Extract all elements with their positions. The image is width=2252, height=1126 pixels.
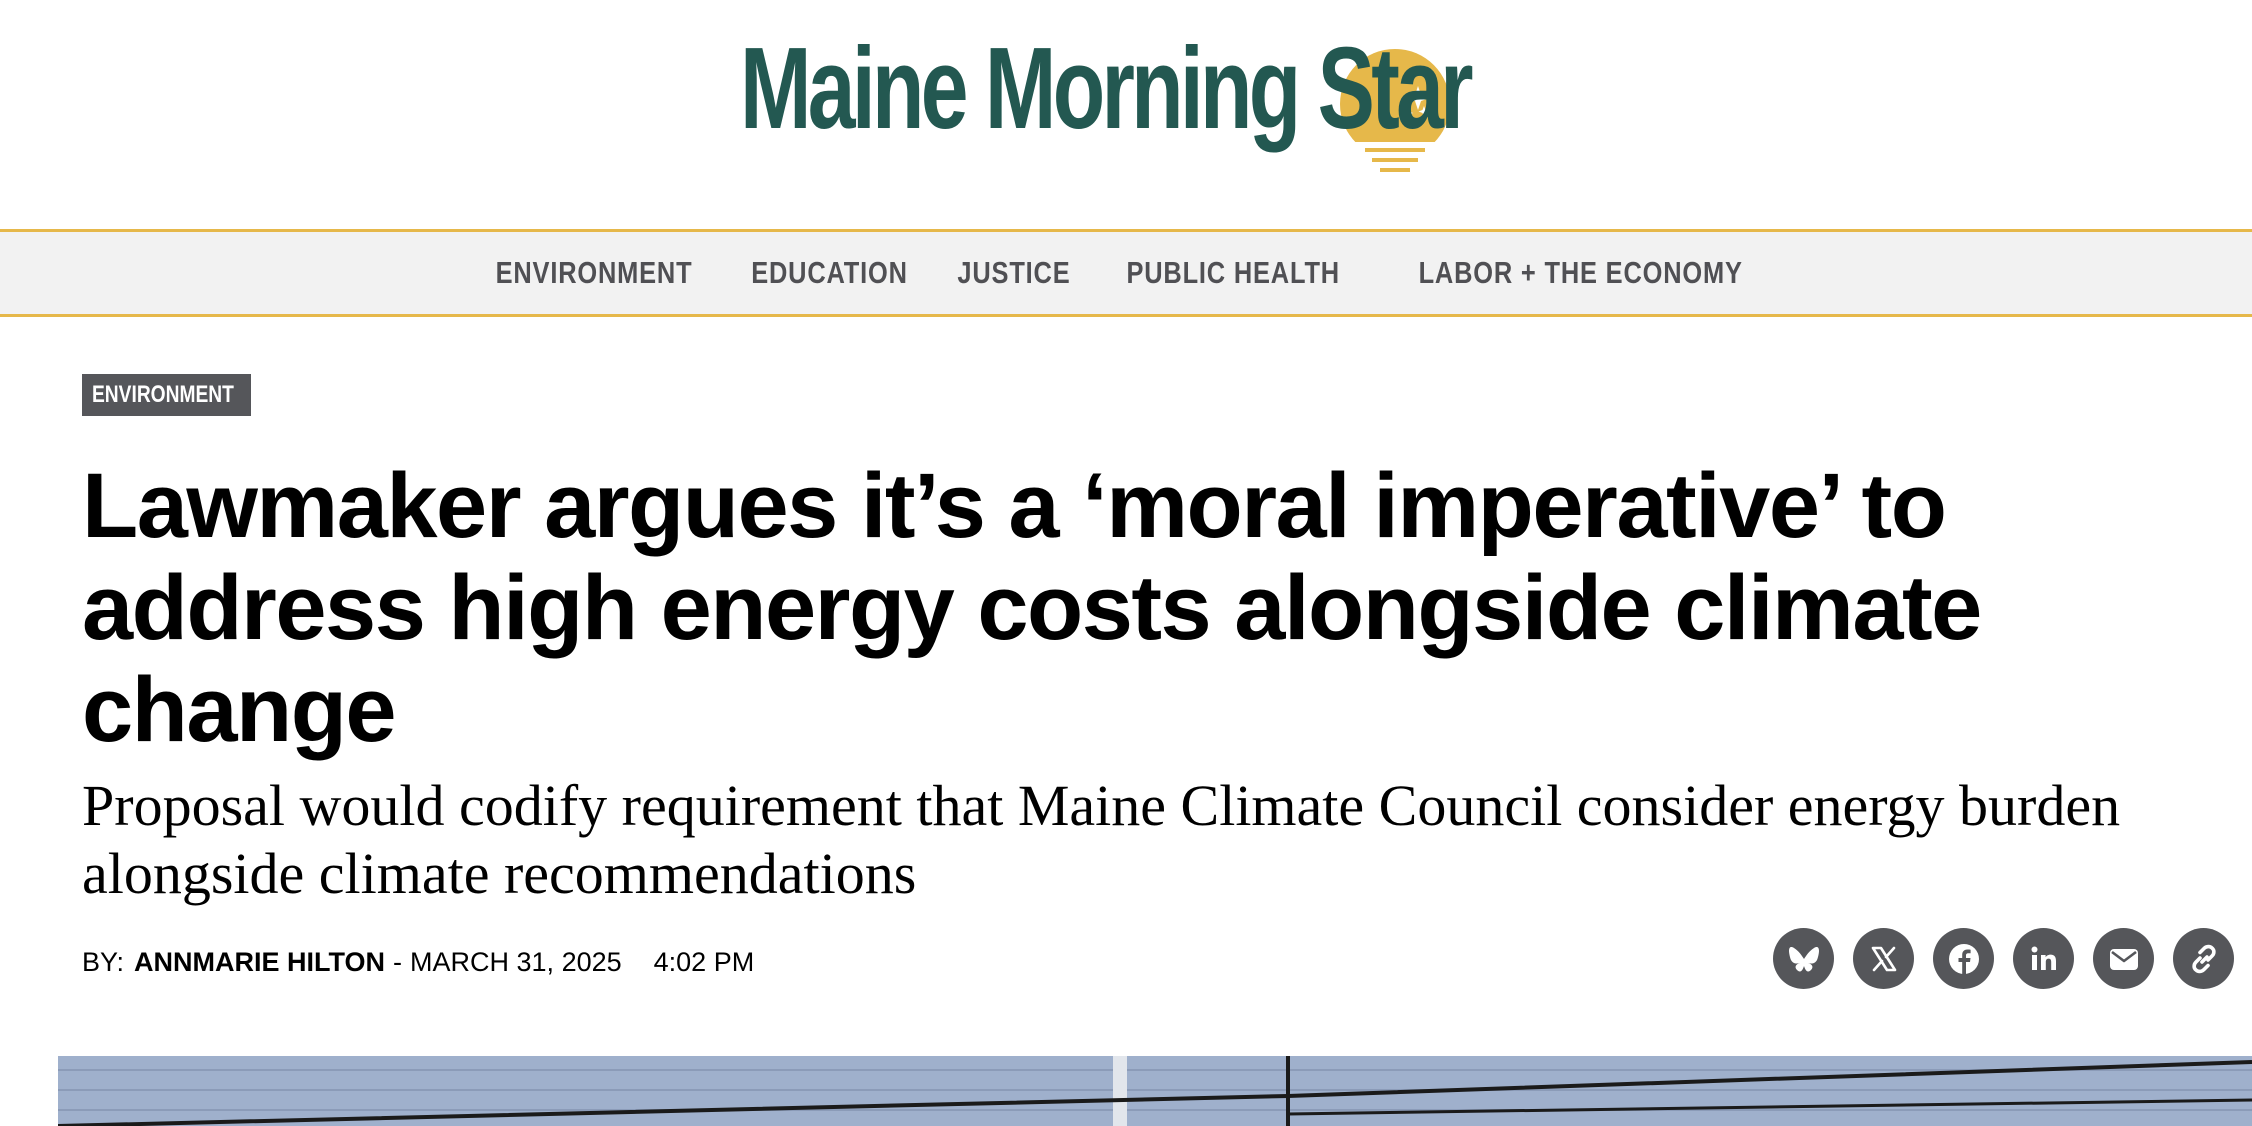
category-label: ENVIRONMENT	[92, 381, 234, 408]
author-link[interactable]: ANNMARIE HILTON	[134, 947, 385, 978]
copy-link-button[interactable]	[2173, 928, 2234, 989]
article-headline: Lawmaker argues it’s a ‘moral imperative…	[82, 455, 1982, 761]
share-buttons	[1773, 928, 2234, 989]
x-icon	[1871, 946, 1896, 971]
link-icon	[2191, 944, 2216, 973]
facebook-icon	[1948, 943, 1979, 975]
main-navigation: ENVIRONMENT EDUCATION JUSTICE PUBLIC HEA…	[0, 229, 2252, 317]
share-bluesky-button[interactable]	[1773, 928, 1834, 989]
category-badge[interactable]: ENVIRONMENT	[82, 374, 252, 416]
publish-time: 4:02 PM	[653, 946, 755, 977]
nav-item-justice[interactable]: JUSTICE	[957, 255, 1070, 291]
site-logo[interactable]: Maine Morning Star	[740, 23, 1580, 192]
hero-photo	[58, 1056, 2252, 1126]
byline-label: BY:	[82, 946, 125, 977]
share-linkedin-button[interactable]	[2013, 928, 2074, 989]
masthead: Maine Morning Star	[0, 0, 2252, 230]
byline-separator: -	[393, 946, 403, 977]
linkedin-icon	[2031, 946, 2056, 970]
share-facebook-button[interactable]	[1933, 928, 1994, 989]
nav-item-environment[interactable]: ENVIRONMENT	[495, 255, 692, 291]
article-subheadline: Proposal would codify requirement that M…	[82, 773, 2121, 906]
hero-image	[58, 1056, 2252, 1126]
share-x-button[interactable]	[1853, 928, 1914, 989]
nav-item-labor-economy[interactable]: LABOR + THE ECONOMY	[1419, 255, 1743, 291]
nav-item-education[interactable]: EDUCATION	[751, 255, 908, 291]
email-icon	[2109, 948, 2138, 970]
byline: BY: ANNMARIE HILTON - MARCH 31, 2025 4:0…	[82, 942, 754, 982]
logo-wordmark: Maine Morning Star	[740, 23, 1474, 153]
publish-date: MARCH 31, 2025	[410, 946, 622, 977]
bluesky-icon	[1788, 946, 1819, 971]
share-email-button[interactable]	[2093, 928, 2154, 989]
nav-item-public-health[interactable]: PUBLIC HEALTH	[1126, 255, 1340, 291]
